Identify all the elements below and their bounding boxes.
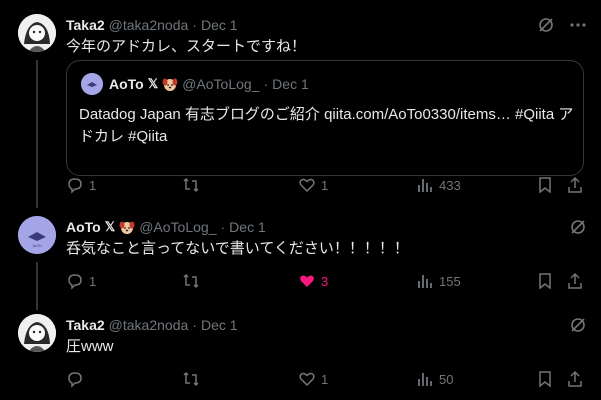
post-actions: 1 3 155 bbox=[66, 272, 588, 292]
like-count: 3 bbox=[321, 273, 329, 289]
post-actions: 1 1 433 bbox=[66, 176, 588, 196]
svg-text:AoTo: AoTo bbox=[32, 243, 42, 248]
views-button[interactable]: 155 bbox=[416, 272, 461, 290]
retweet-icon bbox=[183, 177, 199, 193]
post-header-icons bbox=[537, 16, 587, 34]
bookmark-button[interactable] bbox=[536, 370, 554, 388]
avatar[interactable] bbox=[18, 314, 56, 352]
heart-filled-icon bbox=[300, 275, 314, 287]
quote-handle: @AoToLog_ bbox=[182, 76, 260, 92]
like-count: 1 bbox=[321, 177, 329, 193]
post-header: Taka2 @taka2noda · Dec 1 bbox=[66, 316, 238, 334]
post-text: 今年のアドカレ、スタートですね！ bbox=[66, 38, 307, 55]
post-text: 呑気なこと言ってないで書いてください！！！！！ bbox=[66, 240, 409, 257]
reply-button[interactable]: 1 bbox=[66, 272, 96, 290]
like-button[interactable]: 1 bbox=[298, 176, 328, 194]
display-name[interactable]: Taka2 bbox=[66, 316, 105, 334]
like-button[interactable]: 1 bbox=[298, 370, 328, 388]
separator-dot: · bbox=[220, 219, 226, 235]
bookmark-icon bbox=[539, 371, 551, 388]
retweet-icon bbox=[183, 273, 199, 289]
post-date[interactable]: Dec 1 bbox=[201, 16, 238, 34]
share-button[interactable] bbox=[566, 370, 584, 388]
reply-count: 1 bbox=[89, 273, 97, 289]
avatar[interactable]: AoTo bbox=[18, 216, 56, 254]
separator-dot: · bbox=[263, 76, 269, 92]
quote-display-name: AoTo bbox=[109, 76, 144, 92]
post-header: Taka2 @taka2noda · Dec 1 bbox=[66, 16, 238, 34]
quoted-post[interactable]: AoTo 𝕏 @AoToLog_ · Dec 1 Datadog Japan 有… bbox=[66, 60, 584, 176]
separator-dot: · bbox=[192, 17, 197, 33]
reply-count: 1 bbox=[89, 177, 97, 193]
post-aoto[interactable]: AoTo AoTo 𝕏 @AoToLog_ · Dec 1 呑気なこと言ってない… bbox=[0, 216, 601, 296]
dog-face-emoji-icon bbox=[162, 76, 178, 92]
dog-face-emoji-icon bbox=[119, 219, 135, 235]
post-date[interactable]: Dec 1 bbox=[201, 316, 238, 334]
views-button[interactable]: 50 bbox=[416, 370, 453, 388]
quote-header: AoTo 𝕏 @AoToLog_ · Dec 1 bbox=[109, 75, 309, 93]
retweet-button[interactable] bbox=[182, 370, 205, 388]
post-header-icons bbox=[569, 316, 587, 334]
post-header: AoTo 𝕏 @AoToLog_ · Dec 1 bbox=[66, 218, 266, 236]
reply-icon bbox=[68, 372, 82, 388]
user-handle[interactable]: @taka2noda bbox=[109, 16, 189, 34]
post-date[interactable]: Dec 1 bbox=[229, 218, 266, 236]
share-icon bbox=[568, 370, 582, 387]
like-count: 1 bbox=[321, 371, 329, 387]
reply-icon bbox=[68, 178, 82, 194]
like-button[interactable]: 3 bbox=[298, 272, 328, 290]
more-options-icon[interactable] bbox=[569, 16, 587, 34]
post-taka2-2[interactable]: Taka2 @taka2noda · Dec 1 圧www 1 50 bbox=[0, 314, 601, 394]
display-name[interactable]: Taka2 bbox=[66, 16, 105, 34]
bookmark-button[interactable] bbox=[536, 272, 554, 290]
reply-button[interactable]: 1 bbox=[66, 176, 96, 194]
view-count: 155 bbox=[439, 273, 461, 289]
post-taka2-1[interactable]: Taka2 @taka2noda · Dec 1 今年のアドカレ、スタートですね… bbox=[0, 14, 601, 204]
share-icon bbox=[568, 272, 582, 289]
share-icon bbox=[568, 176, 582, 193]
retweet-button[interactable] bbox=[182, 176, 205, 194]
quote-date: Dec 1 bbox=[272, 76, 309, 92]
grok-icon[interactable] bbox=[569, 316, 587, 334]
post-text: 圧www bbox=[66, 338, 114, 355]
view-count: 50 bbox=[439, 371, 454, 387]
quote-text: Datadog Japan 有志ブログのご紹介 qiita.com/AoTo03… bbox=[79, 106, 574, 145]
x-logo-icon: 𝕏 bbox=[147, 76, 159, 91]
views-button[interactable]: 433 bbox=[416, 176, 461, 194]
share-button[interactable] bbox=[566, 176, 584, 194]
retweet-button[interactable] bbox=[182, 272, 205, 290]
separator-dot: · bbox=[192, 317, 197, 333]
retweet-icon bbox=[183, 371, 199, 387]
user-handle[interactable]: @AoToLog_ bbox=[139, 218, 216, 236]
analytics-icon bbox=[418, 179, 432, 192]
grok-icon[interactable] bbox=[569, 218, 587, 236]
user-handle[interactable]: @taka2noda bbox=[109, 316, 189, 334]
analytics-icon bbox=[418, 275, 432, 288]
share-button[interactable] bbox=[566, 272, 584, 290]
bookmark-icon bbox=[539, 273, 551, 290]
x-logo-icon: 𝕏 bbox=[104, 219, 116, 234]
heart-icon bbox=[299, 372, 315, 387]
display-name[interactable]: AoTo bbox=[66, 218, 101, 236]
post-header-icons bbox=[569, 218, 587, 236]
quote-avatar bbox=[81, 73, 103, 95]
analytics-icon bbox=[418, 373, 432, 386]
bookmark-button[interactable] bbox=[536, 176, 554, 194]
post-actions: 1 50 bbox=[66, 370, 588, 390]
reply-icon bbox=[68, 274, 82, 290]
grok-icon[interactable] bbox=[537, 16, 555, 34]
view-count: 433 bbox=[439, 177, 461, 193]
avatar[interactable] bbox=[18, 14, 56, 52]
bookmark-icon bbox=[539, 177, 551, 194]
heart-icon bbox=[299, 178, 315, 193]
reply-button[interactable] bbox=[66, 370, 89, 388]
